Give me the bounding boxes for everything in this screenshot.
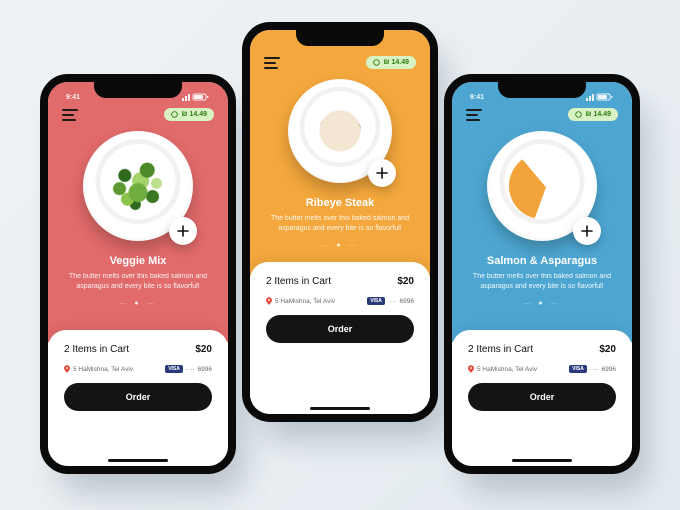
card-last4: 6996 [602,366,616,373]
page-indicator[interactable]: — ● — [466,300,618,307]
device-notch [296,28,384,46]
card-dots: ···· [186,366,195,373]
address-text: 5 HaMishna, Tel Aviv [275,298,335,305]
add-to-cart-button[interactable] [169,217,197,245]
order-button[interactable]: Order [64,383,212,411]
status-signal-icons [182,93,210,101]
menu-icon[interactable] [466,109,482,121]
cart-panel: 2 Items in Cart $20 5 HaMishna, Tel Aviv… [250,262,430,414]
price-badge-label: ₪ 14.49 [585,111,611,118]
status-signal-icons [586,93,614,101]
page-indicator[interactable]: — ● — [62,300,214,307]
coin-icon [373,59,380,66]
dish-title: Ribeye Steak [264,197,416,209]
dish-plate [83,131,193,241]
coin-icon [171,111,178,118]
pin-icon [468,365,474,373]
address-text: 5 HaMishna, Tel Aviv [477,366,537,373]
hero-section: 9:41 ₪ 14.49 Salmon & Asparagus The butt… [452,82,632,342]
cart-panel: 2 Items in Cart $20 5 HaMishna, Tel Aviv… [452,330,632,466]
payment-method[interactable]: VISA ···· 6996 [569,365,616,373]
plus-icon [177,225,189,237]
home-indicator [108,459,168,463]
payment-method[interactable]: VISA ···· 6996 [367,297,414,305]
coin-icon [575,111,582,118]
delivery-address[interactable]: 5 HaMishna, Tel Aviv [266,297,335,305]
payment-method[interactable]: VISA ···· 6996 [165,365,212,373]
price-badge[interactable]: ₪ 14.49 [164,108,214,121]
card-last4: 6996 [400,298,414,305]
hero-section: 9:41 ₪ 14.49 Ribeye Steak The butter mel… [250,30,430,276]
dish-plate [288,79,392,183]
device-notch [498,80,586,98]
cart-panel: 2 Items in Cart $20 5 HaMishna, Tel Aviv… [48,330,228,466]
cart-summary-label: 2 Items in Cart [266,276,331,287]
phone-mockup-center: 9:41 ₪ 14.49 Ribeye Steak The butter mel… [242,22,438,422]
phone-mockup-left: 9:41 ₪ 14.49 Veggie Mix The butter melts… [40,74,236,474]
address-text: 5 HaMishna, Tel Aviv [73,366,133,373]
phone-mockup-right: 9:41 ₪ 14.49 Salmon & Asparagus The butt… [444,74,640,474]
dish-description: The butter melts over this baked salmon … [467,272,617,292]
dish-description: The butter melts over this baked salmon … [265,214,415,234]
cart-summary-label: 2 Items in Cart [64,344,129,355]
dish-plate [487,131,597,241]
status-time: 9:41 [66,94,80,101]
hero-section: 9:41 ₪ 14.49 Veggie Mix The butter melts… [48,82,228,342]
price-badge[interactable]: ₪ 14.49 [568,108,618,121]
delivery-address[interactable]: 5 HaMishna, Tel Aviv [64,365,133,373]
card-dots: ···· [590,366,599,373]
order-button[interactable]: Order [468,383,616,411]
pin-icon [266,297,272,305]
plus-icon [376,167,388,179]
card-brand: VISA [569,365,587,373]
menu-icon[interactable] [62,109,78,121]
add-to-cart-button[interactable] [573,217,601,245]
home-indicator [512,459,572,463]
price-badge[interactable]: ₪ 14.49 [366,56,416,69]
device-notch [94,80,182,98]
cart-total: $20 [195,344,212,355]
home-indicator [310,407,370,411]
card-brand: VISA [367,297,385,305]
dish-title: Veggie Mix [62,255,214,267]
card-dots: ···· [388,298,397,305]
price-badge-label: ₪ 14.49 [181,111,207,118]
cart-total: $20 [397,276,414,287]
plus-icon [581,225,593,237]
cart-total: $20 [599,344,616,355]
card-last4: 6996 [198,366,212,373]
dish-title: Salmon & Asparagus [466,255,618,267]
card-brand: VISA [165,365,183,373]
order-button[interactable]: Order [266,315,414,343]
pin-icon [64,365,70,373]
menu-icon[interactable] [264,57,280,69]
cart-summary-label: 2 Items in Cart [468,344,533,355]
status-time: 9:41 [470,94,484,101]
price-badge-label: ₪ 14.49 [383,59,409,66]
delivery-address[interactable]: 5 HaMishna, Tel Aviv [468,365,537,373]
add-to-cart-button[interactable] [368,159,396,187]
dish-description: The butter melts over this baked salmon … [63,272,213,292]
page-indicator[interactable]: — ● — [264,242,416,249]
